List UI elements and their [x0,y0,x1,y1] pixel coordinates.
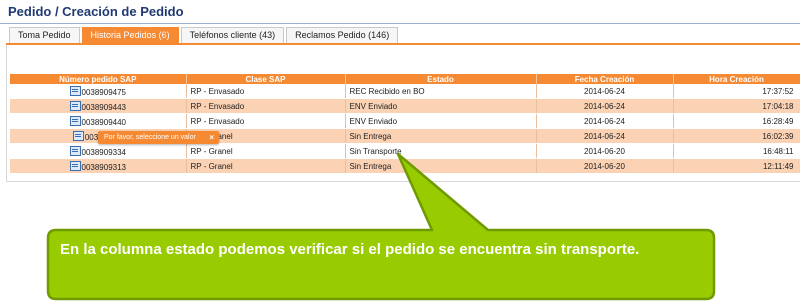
callout-shape [46,152,716,301]
callout-text: En la columna estado podemos verificar s… [60,241,640,258]
